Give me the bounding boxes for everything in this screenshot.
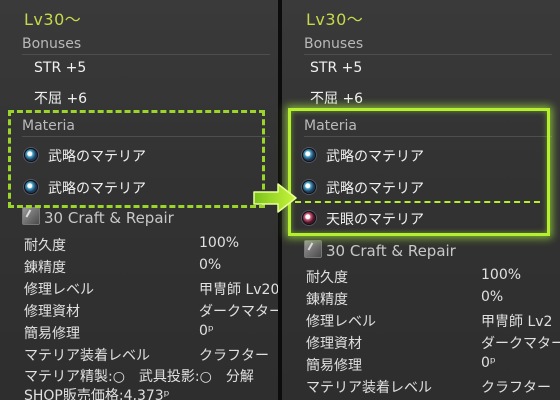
craft-repair-header: 30 Craft & Repair [304, 240, 456, 260]
stat-label-quick-repair: 簡易修理 [306, 358, 362, 374]
level-requirement: Lv30～ [306, 10, 364, 29]
bonus-str: STR +5 [34, 60, 87, 76]
stat-value-quick-repair: 0ᵖ [199, 323, 214, 339]
materia-slot-1[interactable]: 武略のマテリア [302, 146, 424, 166]
bonus-str: STR +5 [310, 60, 363, 76]
arrow-right-icon [253, 183, 297, 213]
materia-name: 武略のマテリア [48, 181, 146, 197]
bonuses-header: Bonuses [304, 36, 552, 55]
bonus-tenacity: 不屈 +6 [34, 91, 88, 107]
stat-value-repair-level: 甲冑師 Lv20 [199, 282, 278, 298]
item-tooltip-before: Lv30～ Bonuses STR +5 不屈 +6 Materia 武略のマテ… [0, 0, 278, 400]
stat-value-repair-level: 甲冑師 Lv2 [481, 314, 553, 330]
materia-slot-3[interactable]: 天眼のマテリア [302, 209, 424, 229]
hammer-icon [22, 207, 40, 225]
stat-label-durability: 耐久度 [306, 270, 348, 286]
stat-label-quick-repair: 簡易修理 [24, 326, 80, 342]
craft-repair-header: 30 Craft & Repair [22, 207, 174, 227]
bonus-tenacity: 不屈 +6 [310, 91, 364, 107]
stat-label-materia-level: マテリア装着レベル [24, 348, 150, 364]
stat-label-durability: 耐久度 [24, 238, 66, 254]
item-tooltip-after: Lv30～ Bonuses STR +5 不屈 +6 Materia 武略のマテ… [282, 0, 560, 400]
stat-value-durability: 100% [199, 235, 240, 251]
stat-label-spiritbond: 錬精度 [306, 292, 348, 308]
stat-value-materia-level: クラフター [481, 380, 551, 396]
materia-slot-2[interactable]: 武略のマテリア [24, 178, 146, 198]
item-flags-line: マテリア精製:○ 武具投影:○ 分解 [24, 369, 254, 385]
stat-value-materia-level: クラフター [199, 348, 269, 364]
materia-header: Materia [22, 118, 270, 137]
new-materia-separator [295, 201, 540, 203]
stat-label-repair-material: 修理資材 [24, 304, 80, 320]
stat-label-spiritbond: 錬精度 [24, 260, 66, 276]
stat-value-repair-material: ダークマター [481, 336, 560, 352]
materia-name: 武略のマテリア [48, 149, 146, 165]
stat-label-materia-level: マテリア装着レベル [306, 380, 432, 396]
stat-value-repair-material: ダークマター [199, 304, 278, 320]
materia-slot-2[interactable]: 武略のマテリア [302, 178, 424, 198]
stat-value-spiritbond: 0% [481, 289, 504, 305]
hammer-icon [304, 240, 322, 258]
craft-repair-label: 30 Craft & Repair [44, 209, 174, 227]
materia-orb-icon [24, 180, 38, 194]
materia-orb-icon [24, 148, 38, 162]
materia-name: 天眼のマテリア [326, 212, 424, 228]
materia-name: 武略のマテリア [326, 181, 424, 197]
stat-value-quick-repair: 0ᵖ [481, 355, 496, 371]
materia-name: 武略のマテリア [326, 149, 424, 165]
bonuses-header: Bonuses [22, 36, 270, 55]
shop-price-line: SHOP販売価格:4,373ᵖ [24, 388, 170, 400]
materia-slot-1[interactable]: 武略のマテリア [24, 146, 146, 166]
materia-orb-icon [302, 211, 316, 225]
stat-value-durability: 100% [481, 267, 522, 283]
stat-value-spiritbond: 0% [199, 257, 222, 273]
materia-orb-icon [302, 180, 316, 194]
stat-label-repair-level: 修理レベル [24, 282, 94, 298]
stat-label-repair-material: 修理資材 [306, 336, 362, 352]
craft-repair-label: 30 Craft & Repair [326, 242, 456, 260]
materia-orb-icon [302, 148, 316, 162]
level-requirement: Lv30～ [24, 10, 82, 29]
stat-label-repair-level: 修理レベル [306, 314, 376, 330]
materia-header: Materia [304, 118, 552, 137]
